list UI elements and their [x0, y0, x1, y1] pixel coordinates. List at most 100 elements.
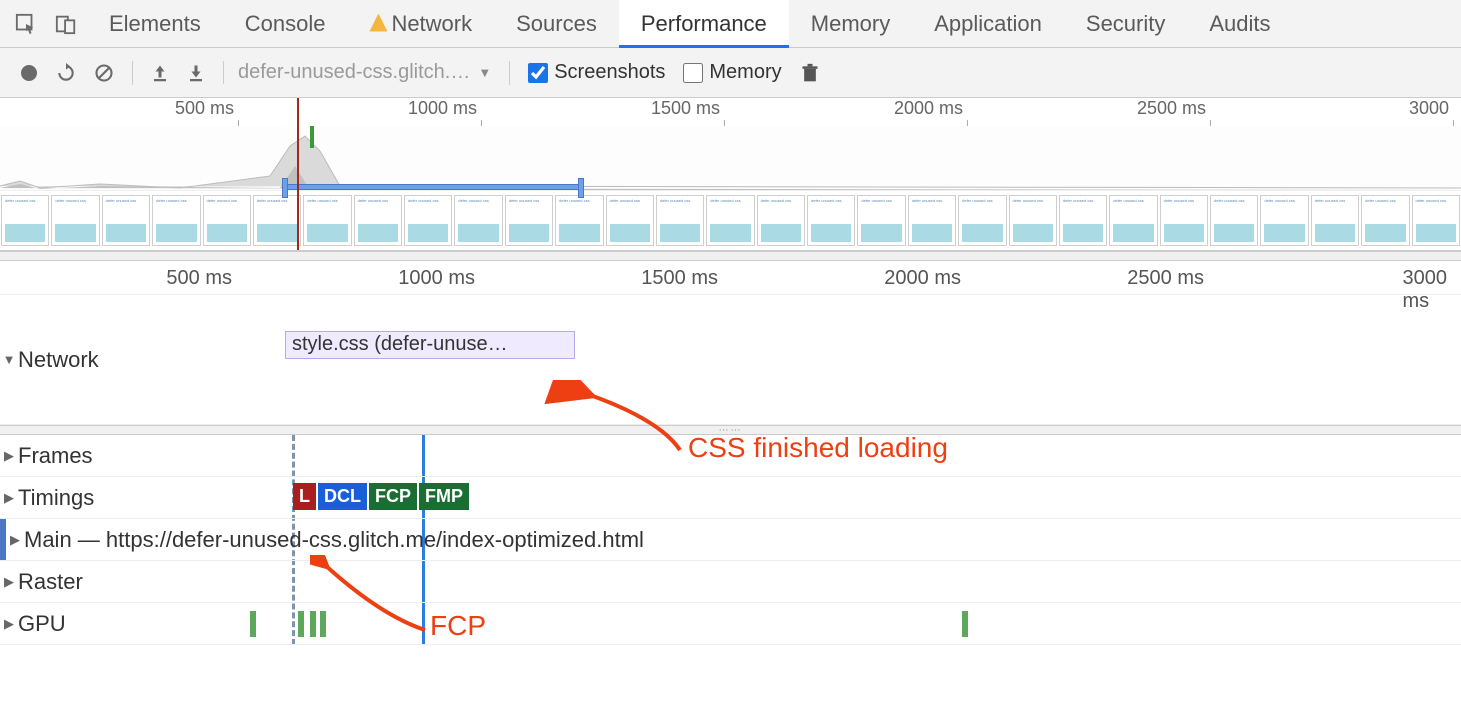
ruler-tick: 500 ms	[175, 98, 236, 119]
overview-flame	[0, 126, 1461, 190]
screenshot-thumb[interactable]: defer unused css	[555, 195, 603, 246]
gpu-activity-tick	[298, 611, 304, 637]
gpu-activity-tick	[310, 611, 316, 637]
screenshot-thumb[interactable]: defer unused css	[857, 195, 905, 246]
screenshot-thumb[interactable]: defer unused css	[1210, 195, 1258, 246]
overview-ruler[interactable]: 500 ms1000 ms1500 ms2000 ms2500 ms3000	[0, 98, 1461, 126]
performance-toolbar: defer-unused-css.glitch.…▼ Screenshots M…	[0, 48, 1461, 98]
screenshot-thumb[interactable]: defer unused css	[303, 195, 351, 246]
raster-track[interactable]: ▶ Raster	[0, 561, 1461, 603]
warning-icon	[369, 14, 387, 32]
screenshot-thumb[interactable]: defer unused css	[1, 195, 49, 246]
tab-network[interactable]: Network	[347, 0, 494, 48]
expand-icon[interactable]: ▶	[0, 448, 18, 464]
screenshot-thumb[interactable]: defer unused css	[908, 195, 956, 246]
screenshot-thumb[interactable]: defer unused css	[656, 195, 704, 246]
detail-ruler[interactable]: 500 ms1000 ms1500 ms2000 ms2500 ms3000 m…	[0, 261, 1461, 295]
screenshot-thumb[interactable]: defer unused css	[1311, 195, 1359, 246]
screenshot-thumb[interactable]: defer unused css	[958, 195, 1006, 246]
load-marker-overview	[297, 98, 299, 250]
expand-icon[interactable]: ▶	[6, 532, 24, 548]
screenshot-thumb[interactable]: defer unused css	[404, 195, 452, 246]
gpu-track[interactable]: ▶ GPU	[0, 603, 1461, 645]
selection-handle-right[interactable]	[578, 178, 584, 198]
tab-memory[interactable]: Memory	[789, 0, 912, 48]
ruler-tick: 3000	[1409, 98, 1451, 119]
tab-performance[interactable]: Performance	[619, 0, 789, 48]
expand-icon[interactable]: ▶	[0, 616, 18, 632]
screenshot-thumb[interactable]: defer unused css	[505, 195, 553, 246]
annotation-css-loading: CSS finished loading	[688, 432, 948, 464]
memory-toggle[interactable]: Memory	[683, 61, 781, 84]
chevron-down-icon: ▼	[478, 65, 491, 80]
overview-panel[interactable]: 500 ms1000 ms1500 ms2000 ms2500 ms3000 d…	[0, 98, 1461, 251]
tab-console[interactable]: Console	[223, 0, 348, 48]
reload-button[interactable]	[56, 63, 76, 83]
screenshot-thumb[interactable]: defer unused css	[203, 195, 251, 246]
screenshot-thumb[interactable]: defer unused css	[102, 195, 150, 246]
timings-label: Timings	[18, 485, 94, 511]
tab-sources[interactable]: Sources	[494, 0, 619, 48]
ruler-tick: 2000 ms	[884, 267, 965, 290]
screenshot-thumb[interactable]: defer unused css	[1260, 195, 1308, 246]
timing-badge-fmp[interactable]: FMP	[419, 483, 469, 510]
recording-selector[interactable]: defer-unused-css.glitch.…▼	[223, 61, 491, 84]
gpu-activity-tick	[250, 611, 256, 637]
timing-badge-l[interactable]: L	[293, 483, 316, 510]
ruler-tick: 1000 ms	[408, 98, 479, 119]
timing-badge-fcp[interactable]: FCP	[369, 483, 417, 510]
main-label: Main — https://defer-unused-css.glitch.m…	[24, 527, 644, 553]
expand-icon[interactable]: ▶	[0, 490, 18, 506]
gpu-activity-tick	[962, 611, 968, 637]
timings-track[interactable]: ▶ Timings L DCL FCP FMP	[0, 477, 1461, 519]
tab-security[interactable]: Security	[1064, 0, 1187, 48]
screenshot-thumb[interactable]: defer unused css	[606, 195, 654, 246]
tab-elements[interactable]: Elements	[87, 0, 223, 48]
network-request-stylecss[interactable]: style.css (defer-unuse…	[285, 331, 575, 359]
collapse-icon[interactable]: ▼	[0, 352, 18, 367]
fcp-marker-overview	[310, 126, 314, 148]
tab-application[interactable]: Application	[912, 0, 1064, 48]
inspect-icon[interactable]	[15, 13, 37, 35]
panel-separator[interactable]	[0, 251, 1461, 261]
screenshot-filmstrip[interactable]: defer unused cssdefer unused cssdefer un…	[0, 190, 1461, 250]
expand-icon[interactable]: ▶	[0, 574, 18, 590]
ruler-tick: 2500 ms	[1127, 267, 1208, 290]
screenshot-thumb[interactable]: defer unused css	[253, 195, 301, 246]
screenshot-thumb[interactable]: defer unused css	[757, 195, 805, 246]
selection-handle-left[interactable]	[282, 178, 288, 198]
devtools-tabs: Elements Console Network Sources Perform…	[0, 0, 1461, 48]
ruler-tick: 500 ms	[166, 267, 236, 290]
ruler-tick: 1500 ms	[651, 98, 722, 119]
memory-checkbox[interactable]	[683, 63, 703, 83]
tab-audits[interactable]: Audits	[1187, 0, 1292, 48]
screenshot-thumb[interactable]: defer unused css	[354, 195, 402, 246]
screenshot-thumb[interactable]: defer unused css	[152, 195, 200, 246]
screenshot-thumb[interactable]: defer unused css	[1412, 195, 1460, 246]
screenshot-thumb[interactable]: defer unused css	[51, 195, 99, 246]
screenshot-thumb[interactable]: defer unused css	[454, 195, 502, 246]
selection-range[interactable]	[284, 184, 582, 190]
screenshot-thumb[interactable]: defer unused css	[1009, 195, 1057, 246]
main-track[interactable]: ▶ Main — https://defer-unused-css.glitch…	[0, 519, 1461, 561]
download-icon[interactable]	[187, 64, 205, 82]
upload-icon[interactable]	[151, 64, 169, 82]
screenshots-checkbox[interactable]	[528, 63, 548, 83]
screenshot-thumb[interactable]: defer unused css	[1109, 195, 1157, 246]
screenshots-toggle[interactable]: Screenshots	[528, 61, 665, 84]
timing-badge-dcl[interactable]: DCL	[318, 483, 367, 510]
record-button[interactable]	[20, 64, 38, 82]
screenshot-thumb[interactable]: defer unused css	[807, 195, 855, 246]
network-track[interactable]: ▼ Network style.css (defer-unuse…	[0, 295, 1461, 425]
screenshot-thumb[interactable]: defer unused css	[1361, 195, 1409, 246]
trash-icon[interactable]	[800, 62, 820, 84]
screenshot-thumb[interactable]: defer unused css	[706, 195, 754, 246]
screenshot-thumb[interactable]: defer unused css	[1160, 195, 1208, 246]
raster-label: Raster	[18, 569, 83, 595]
tab-icons	[10, 13, 87, 35]
screenshot-thumb[interactable]: defer unused css	[1059, 195, 1107, 246]
clear-button[interactable]	[94, 63, 114, 83]
ruler-tick: 1000 ms	[398, 267, 479, 290]
device-toggle-icon[interactable]	[55, 13, 77, 35]
frames-label: Frames	[18, 443, 93, 469]
